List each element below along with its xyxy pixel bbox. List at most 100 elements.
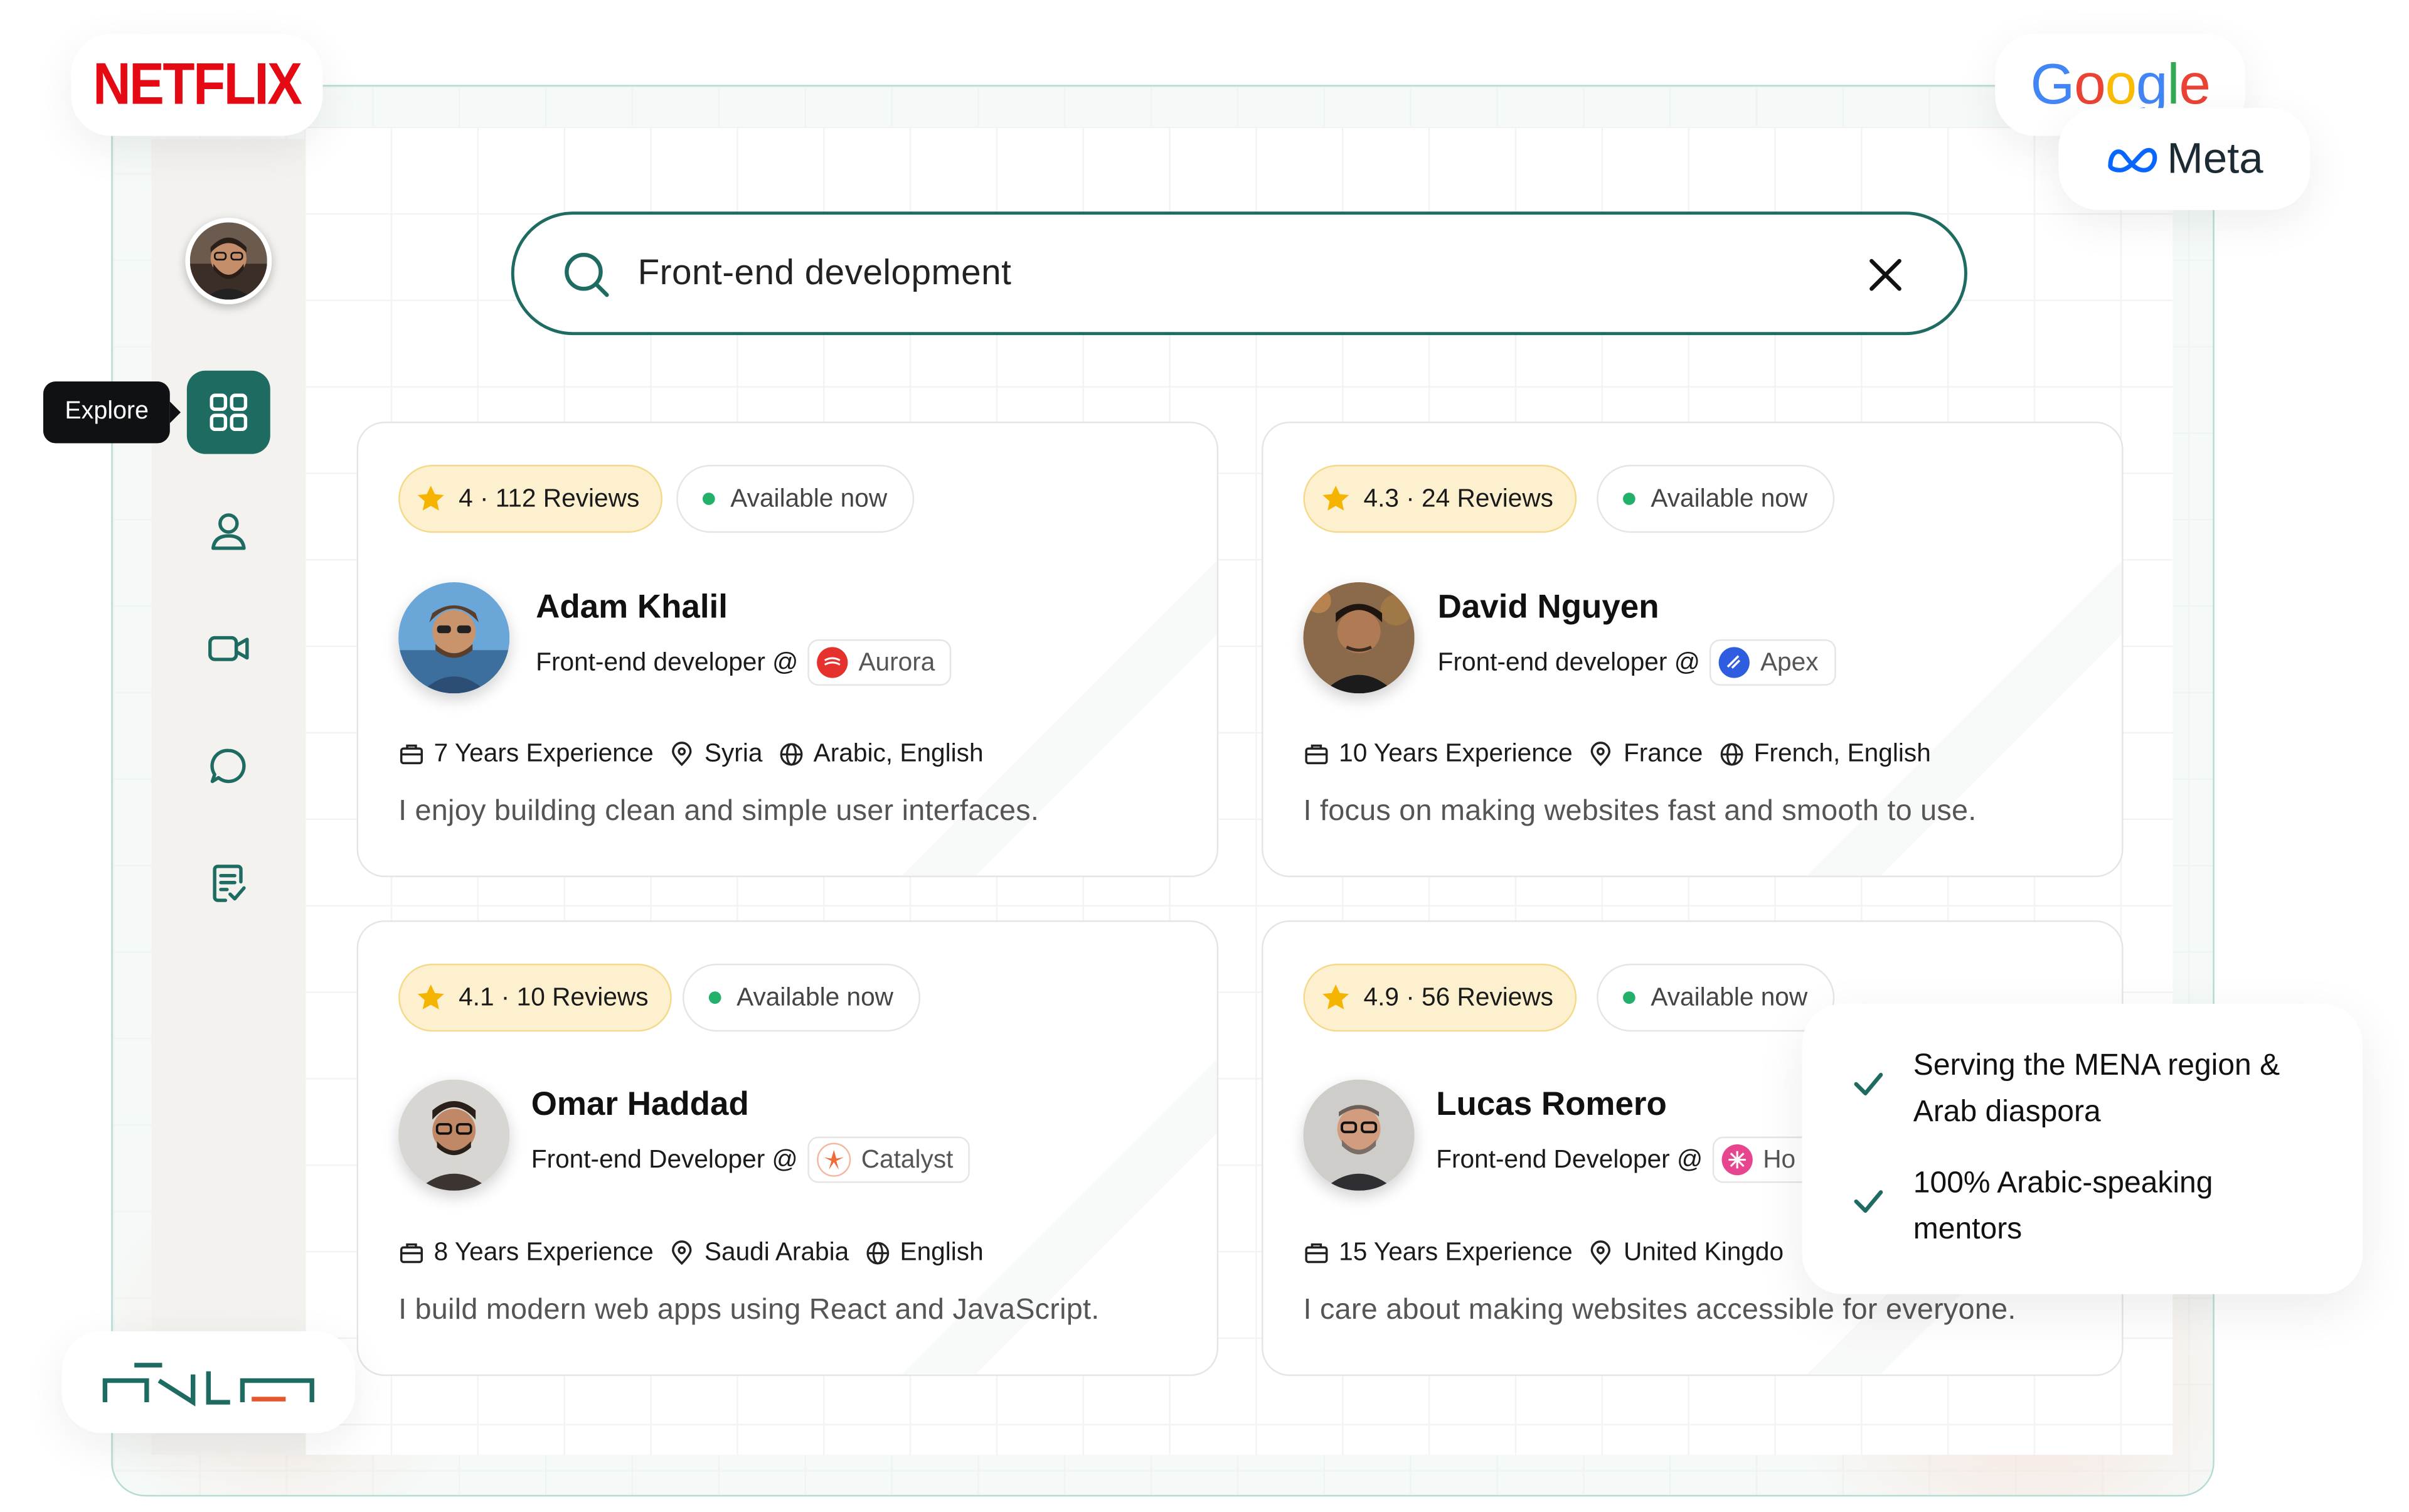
company-name: Ho <box>1763 1145 1796 1173</box>
mentor-avatar[interactable] <box>1303 582 1415 694</box>
explore-tooltip: Explore <box>43 381 182 444</box>
video-icon <box>208 636 249 661</box>
company-logo-icon <box>1721 1144 1752 1176</box>
nav-profile-button[interactable] <box>187 489 270 573</box>
location-pin-icon <box>672 742 692 767</box>
search-icon <box>565 252 609 297</box>
location-pin-icon <box>1591 742 1611 767</box>
location-pin-icon <box>672 1240 692 1265</box>
platform-logo <box>102 1363 314 1407</box>
google-logo-letter: G <box>2030 52 2075 116</box>
availability-badge: Available now <box>1597 464 1834 533</box>
mentor-name[interactable]: Adam Khalil <box>536 588 728 627</box>
mentor-name[interactable]: Omar Haddad <box>531 1085 749 1124</box>
netflix-logo-card: NETFLIX <box>71 34 323 136</box>
mentor-bio: I build modern web apps using React and … <box>398 1294 1100 1327</box>
mentor-card[interactable]: 4.3 · 24 Reviews Available now David Ngu… <box>1262 421 2124 878</box>
experience-text: 10 Years Experience <box>1339 740 1573 768</box>
availability-badge: Available now <box>1597 963 1834 1032</box>
availability-badge: Available now <box>682 963 920 1032</box>
mentor-role: Front-end Developer @ Catalyst <box>531 1135 971 1185</box>
rating-badge: 4.1 · 10 Reviews <box>398 963 672 1032</box>
experience-text: 7 Years Experience <box>433 740 654 768</box>
mentor-meta: 15 Years Experience United Kingdo <box>1304 1238 1784 1268</box>
mentor-avatar[interactable] <box>398 1079 510 1191</box>
company-chip[interactable]: Apex <box>1709 639 1836 686</box>
star-icon <box>1322 984 1349 1009</box>
mentor-name[interactable]: David Nguyen <box>1438 588 1659 627</box>
chat-icon <box>210 748 246 784</box>
mentor-role: Front-end developer @ Apex <box>1438 638 1836 688</box>
aurora-logo-icon <box>816 647 848 678</box>
location-text: Syria <box>704 740 763 768</box>
netflix-logo: NETFLIX <box>93 51 302 117</box>
rating-text: 4.9 · 56 Reviews <box>1363 982 1553 1011</box>
company-chip[interactable]: Aurora <box>807 639 952 686</box>
availability-text: Available now <box>730 484 888 512</box>
rating-badge: 4.9 · 56 Reviews <box>1303 963 1577 1032</box>
mentor-role: Front-end developer @ Aurora <box>536 638 952 688</box>
mentor-avatar[interactable] <box>398 582 510 694</box>
mentor-card[interactable]: 4 · 112 Reviews Available now Adam Khali… <box>356 421 1219 878</box>
feature-text: 100% Arabic-speaking mentors <box>1913 1166 2213 1247</box>
search-input[interactable]: Front-end development <box>638 252 1012 293</box>
status-dot <box>1623 492 1635 505</box>
globe-icon <box>1720 743 1743 766</box>
nav-explore-button[interactable] <box>186 370 270 454</box>
user-icon <box>211 513 246 550</box>
availability-text: Available now <box>1651 484 1808 512</box>
rating-badge: 4 · 112 Reviews <box>398 464 663 533</box>
company-chip[interactable]: Ho <box>1711 1136 1813 1183</box>
meta-infinity-icon <box>2109 147 2158 173</box>
mentor-bio: I focus on making websites fast and smoo… <box>1303 795 1977 828</box>
google-logo-letter: l <box>2167 52 2179 116</box>
mentor-meta: 7 Years Experience Syria Arabic, English <box>398 740 984 769</box>
feature-item: 100% Arabic-speaking mentors <box>1851 1160 2314 1253</box>
mentor-bio: I care about making websites accessible … <box>1303 1294 2016 1327</box>
briefcase-icon <box>400 744 423 765</box>
nav-notes-button[interactable] <box>187 842 270 925</box>
star-icon <box>417 486 444 511</box>
grid-icon <box>210 393 248 432</box>
features-card: Serving the MENA region & Arab diaspora … <box>1802 1003 2363 1294</box>
close-icon[interactable] <box>1865 255 1905 295</box>
availability-badge: Available now <box>676 464 914 533</box>
languages-text: English <box>900 1238 984 1267</box>
mentor-name[interactable]: Lucas Romero <box>1436 1085 1667 1124</box>
mentor-bio: I enjoy building clean and simple user i… <box>398 795 1040 828</box>
search-bar[interactable]: Front-end development <box>511 211 1967 336</box>
role-text: Front-end Developer @ <box>1436 1145 1703 1173</box>
company-name: Catalyst <box>861 1145 954 1173</box>
briefcase-icon <box>1305 1243 1328 1264</box>
globe-icon <box>866 1242 889 1265</box>
briefcase-icon <box>1305 744 1328 765</box>
check-icon <box>1854 1190 1883 1213</box>
location-pin-icon <box>1591 1240 1611 1265</box>
languages-text: Arabic, English <box>813 740 984 768</box>
google-logo-letter: o <box>2074 52 2106 116</box>
availability-text: Available now <box>737 982 894 1011</box>
star-icon <box>1322 486 1349 511</box>
user-avatar[interactable] <box>185 218 272 304</box>
briefcase-icon <box>400 1243 423 1264</box>
star-icon <box>417 984 444 1009</box>
languages-text: French, English <box>1753 740 1931 768</box>
mentor-card[interactable]: 4.1 · 10 Reviews Available now Omar Hadd… <box>356 920 1219 1376</box>
mentor-avatar[interactable] <box>1303 1079 1415 1191</box>
meta-logo-card: Meta <box>2058 108 2311 210</box>
company-name: Aurora <box>858 647 935 676</box>
check-icon <box>1854 1073 1883 1095</box>
google-logo-letter: e <box>2179 52 2211 116</box>
feature-text: Serving the MENA region & Arab diaspora <box>1913 1048 2280 1129</box>
location-text: France <box>1623 740 1703 768</box>
nav-sessions-button[interactable] <box>187 607 270 690</box>
document-check-icon <box>213 865 246 902</box>
feature-item: Serving the MENA region & Arab diaspora <box>1851 1043 2314 1136</box>
meta-wordmark: Meta <box>2167 134 2263 183</box>
globe-icon <box>780 743 802 766</box>
company-chip[interactable]: Catalyst <box>807 1136 971 1183</box>
mentor-role: Front-end Developer @ Ho <box>1436 1135 1813 1185</box>
platform-logo-card <box>61 1331 356 1434</box>
role-text: Front-end developer @ <box>536 647 799 676</box>
nav-messages-button[interactable] <box>187 724 270 807</box>
